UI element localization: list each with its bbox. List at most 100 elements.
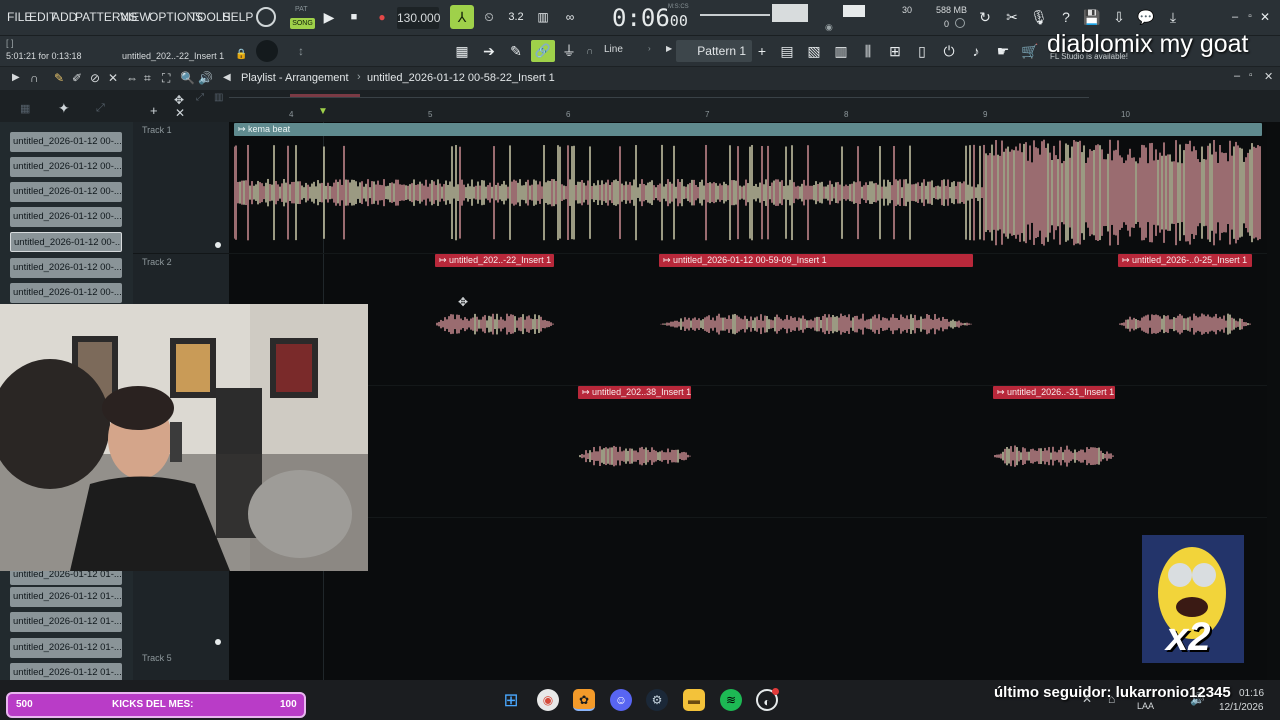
playlist-minimize-icon[interactable]: – [1234, 70, 1240, 82]
save-icon[interactable]: 💾 [1081, 6, 1103, 28]
download-icon[interactable]: ⤓ [1162, 6, 1184, 28]
track-name[interactable]: Track 2 [142, 257, 172, 267]
track-link-icon[interactable]: ⤢ [196, 92, 204, 103]
shop-icon[interactable]: 🛒 [1019, 40, 1041, 62]
menu-add[interactable]: ADD [52, 10, 77, 24]
playhead-marker-icon[interactable]: ▼ [318, 106, 328, 117]
playlist-close-icon[interactable]: ✕ [1264, 70, 1273, 83]
pat-song-toggle[interactable]: PAT SONG [290, 5, 315, 31]
arrow-right-icon[interactable]: ➔ [478, 40, 500, 62]
file-icon[interactable]: ▯ [911, 40, 933, 62]
track-active-led[interactable] [215, 242, 221, 248]
clip-waveform[interactable] [993, 399, 1115, 518]
tray-date[interactable]: 12/1/2026 [1219, 702, 1264, 713]
pencil-icon[interactable]: ✎ [505, 40, 527, 62]
breadcrumb-arrow-icon[interactable]: ◀ [223, 72, 231, 83]
tempo-display[interactable]: 130.000 [397, 7, 440, 29]
browser-tab-icon[interactable]: ▦ [20, 102, 30, 115]
spotify-icon[interactable]: ≋ [720, 689, 742, 711]
discord-icon[interactable]: ☺ [610, 689, 632, 711]
countdown-icon[interactable]: 3.2 [505, 6, 527, 28]
track-name[interactable]: Track 1 [142, 125, 172, 135]
snap-arrow-icon[interactable]: › [648, 44, 651, 53]
stamp-icon[interactable]: ⏚ [558, 40, 580, 62]
metronome-icon[interactable]: ⅄ [450, 5, 474, 29]
zoom-tool-icon[interactable]: 🔍 [180, 71, 195, 85]
select-tool-icon[interactable]: ⛶ [162, 71, 170, 86]
scrollbar-thumb[interactable] [290, 94, 360, 97]
close-track-icon[interactable]: ✕ [175, 106, 185, 120]
play-button[interactable]: ▶ [318, 6, 340, 28]
link-icon[interactable]: 🔗 [531, 40, 555, 62]
clip-kema-beat-header[interactable]: ↦ kema beat [234, 123, 1262, 136]
browser-item[interactable]: untitled_2026-01-12 00-... [10, 132, 122, 152]
chrome-icon[interactable]: ◉ [537, 689, 559, 711]
mixer-icon[interactable]: ⫼ [857, 40, 879, 62]
track-header-5[interactable]: Track 5 [133, 637, 229, 680]
slip-tool-icon[interactable]: ⇔ [126, 71, 138, 85]
browser-item[interactable]: untitled_2026-01-12 01-... [10, 638, 122, 658]
browser-item[interactable]: untitled_2026-01-12 01-... [10, 587, 122, 607]
browser-node-icon[interactable]: ✦ [58, 100, 70, 117]
draw-tool-icon[interactable]: ✎ [54, 71, 64, 85]
menu-help[interactable]: HELP [222, 10, 253, 24]
plugin-icon[interactable]: ⏻ [938, 40, 960, 62]
browser-item[interactable]: untitled_2026-01-12 00-... [10, 283, 122, 303]
add-track-icon[interactable]: + [150, 103, 158, 118]
pitch-slider-icon[interactable]: ↕ [298, 44, 304, 58]
playlist-maximize-icon[interactable]: ▫ [1249, 70, 1253, 81]
touch-icon[interactable]: ☛ [992, 40, 1014, 62]
browser-item[interactable]: untitled_2026-01-12 00-... [10, 182, 122, 202]
master-volume-knob[interactable] [256, 7, 276, 27]
clip-waveform[interactable] [1118, 267, 1252, 386]
browser-item[interactable]: untitled_2026-01-12 00-... [10, 258, 122, 278]
cut-icon[interactable]: ✂ [1001, 6, 1023, 28]
clip-waveform[interactable] [578, 399, 691, 518]
microphone-icon[interactable]: 🎙 [1028, 6, 1050, 28]
piano-roll-icon[interactable]: ▧ [803, 40, 825, 62]
playlist-menu-arrow-icon[interactable]: ▶ [12, 72, 20, 83]
paint-tool-icon[interactable]: ✐ [72, 71, 82, 85]
polyphony-knob[interactable] [955, 18, 965, 28]
chat-icon[interactable]: 💬 [1135, 6, 1157, 28]
loop-record-icon[interactable]: ∞ [559, 6, 581, 28]
windows-start-icon[interactable]: ⊞ [500, 689, 522, 711]
add-pattern-icon[interactable]: + [751, 40, 773, 62]
clip-header[interactable]: ↦ untitled_2026-01-12 00-59-09_Insert 1 [659, 254, 973, 267]
playback-tool-icon[interactable]: 🔊 [198, 71, 213, 85]
close-window-icon[interactable]: ✕ [1254, 6, 1276, 28]
stop-button[interactable]: ■ [343, 6, 365, 28]
step-edit-icon[interactable]: ▥ [532, 6, 554, 28]
clip-kema-beat-waveform[interactable] [234, 136, 1262, 254]
headphones-icon[interactable]: ∩ [30, 71, 39, 85]
fl-studio-icon[interactable]: ✿ [573, 689, 595, 711]
track-active-led[interactable] [215, 639, 221, 645]
clip-waveform[interactable] [659, 267, 973, 386]
browser-link-icon[interactable]: ⤢ [96, 102, 105, 115]
render-icon[interactable]: ⇩ [1108, 6, 1130, 28]
snap-select[interactable]: Line [604, 44, 623, 55]
pattern-selector[interactable]: Pattern 1 [676, 40, 752, 62]
wait-input-icon[interactable]: ⏲ [478, 6, 500, 28]
pattern-prev-icon[interactable]: ▶ [666, 44, 672, 53]
help-icon[interactable]: ? [1055, 6, 1077, 28]
record-button[interactable]: ● [371, 6, 393, 28]
clip-waveform[interactable] [435, 267, 554, 386]
browser-item-selected[interactable]: untitled_2026-01-12 00-... [10, 232, 122, 252]
channel-rack-icon[interactable]: ▥ [830, 40, 852, 62]
steam-icon[interactable]: ⚙ [646, 689, 668, 711]
tray-language[interactable]: LAA [1137, 701, 1154, 711]
clip-header[interactable]: ↦ untitled_202..38_Insert 1 [578, 386, 691, 399]
clip-header[interactable]: ↦ untitled_202..-22_Insert 1 [435, 254, 554, 267]
clip-header[interactable]: ↦ untitled_2026-..0-25_Insert 1 [1118, 254, 1252, 267]
track-header-1[interactable]: Track 1 [133, 122, 229, 254]
tray-clock[interactable]: 01:16 [1239, 688, 1264, 699]
playlist-icon[interactable]: ▤ [776, 40, 798, 62]
main-pitch-knob[interactable] [256, 40, 278, 62]
playlist-arrangement[interactable]: ↦ kema beat ↦ untitled_202..-22_Insert 1… [229, 122, 1267, 680]
piano-icon[interactable]: ▦ [451, 40, 473, 62]
file-explorer-icon[interactable]: ▬ [683, 689, 705, 711]
mute-tool-icon[interactable]: ✕ [108, 71, 118, 85]
tempo-tapper-icon[interactable]: ♪ [965, 40, 987, 62]
track-name[interactable]: Track 5 [142, 653, 172, 663]
